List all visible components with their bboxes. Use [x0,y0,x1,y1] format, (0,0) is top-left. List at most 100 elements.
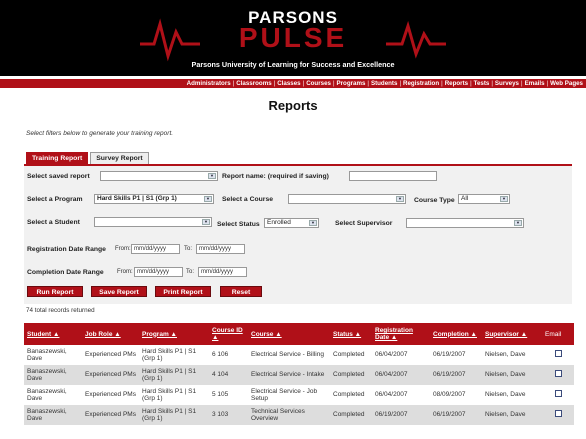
col-job-role[interactable]: Job Role ▲ [82,323,139,345]
save-report-button[interactable]: Save Report [91,286,147,297]
brand-logo: PULSE [238,22,348,53]
nav-separator: | [441,80,443,87]
main-nav: Administrators | Classrooms | Classes | Course… [0,79,586,88]
nav-separator: | [470,80,472,87]
saved-report-select[interactable]: ▼ [100,171,218,181]
reset-button[interactable]: Reset [220,286,262,297]
cell-completion: 06/19/2007 [430,365,482,385]
nav-separator: | [399,80,402,87]
run-report-button[interactable]: Run Report [27,286,83,297]
col-supervisor[interactable]: Supervisor ▲ [482,323,542,345]
cell-course-id: 3 103 [209,405,248,425]
cell-supervisor: Nielsen, Dave [485,351,526,359]
filter-panel: Select saved report ▼ Report name: (requ… [24,164,572,304]
col-registration-date[interactable]: Registration Date ▲ [372,323,430,345]
table-header-row: Student ▲ Job Role ▲ Program ▲ Course ID… [24,323,574,345]
print-report-button[interactable]: Print Report [155,286,211,297]
cell-supervisor: Nielsen, Dave [485,391,526,399]
table-row: Banaszewski, Dave Experienced PMs Hard Ski… [24,345,574,365]
cell-program: Hard Skills P1 | S1 (Grp 1) [142,387,197,403]
nav-separator: | [302,80,305,87]
comp-to-input[interactable]: mm/dd/yyyy [198,267,247,277]
nav-separator: | [367,80,369,87]
tagline: Parsons University of Learning for Succe… [191,60,395,69]
cell-email [542,405,574,425]
cell-student: Banaszewski, Dave [24,405,82,425]
nav-item-administrators[interactable]: Administrators [187,80,231,87]
email-checkbox[interactable] [554,390,562,398]
cell-course: Electrical Service - Job Setup [251,387,318,403]
chevron-down-icon: ▼ [514,220,522,226]
cell-role: Experienced PMs [82,365,139,385]
cell-course-id: 6 106 [212,351,229,359]
nav-item-courses[interactable]: Courses [306,80,331,87]
comp-from-label: From: [117,269,133,275]
table-row: Banaszewski, Dave Experienced PMs Hard Ski… [24,405,574,425]
cell-reg-date: 06/04/2007 [375,351,408,359]
cell-student: Banaszewski, Dave [27,387,67,403]
reg-to-input[interactable]: mm/dd/yyyy [196,244,245,254]
course-select[interactable]: ▼ [288,194,406,204]
results-table: Student ▲ Job Role ▲ Program ▲ Course ID… [24,323,574,425]
report-name-input[interactable] [349,171,437,181]
comp-to-label: To: [186,269,195,275]
email-checkbox[interactable] [554,350,562,358]
reg-from-label: From: [115,246,131,252]
cell-role: Experienced PMs [85,351,136,359]
cell-program: Hard Skills P1 | S1 (Grp 1) [139,365,209,385]
chevron-down-icon: ▼ [309,220,317,226]
nav-item-web-pages[interactable]: Web Pages [550,80,583,87]
cell-reg-date: 06/19/2007 [372,405,430,425]
reg-date-label: Registration Date Range [27,246,106,253]
cell-status: Completed [330,365,372,385]
record-count: 74 total records returned [26,307,95,314]
cell-supervisor: Nielsen, Dave [482,405,542,425]
col-student[interactable]: Student ▲ [24,323,82,345]
student-select[interactable]: ▼ [94,217,212,227]
status-label: Select Status [217,221,260,228]
cell-course: Electrical Service - Billing [251,351,324,359]
course-type-select[interactable]: All ▼ [458,194,510,204]
supervisor-select[interactable]: ▼ [406,218,524,228]
nav-item-reports[interactable]: Reports [445,80,468,87]
program-value: Hard Skills P1 | S1 (Grp 1) [97,195,177,202]
program-select[interactable]: Hard Skills P1 | S1 (Grp 1) ▼ [94,194,214,204]
supervisor-label: Select Supervisor [335,220,393,227]
chevron-down-icon: ▼ [208,173,216,179]
saved-report-label: Select saved report [27,173,90,180]
col-program[interactable]: Program ▲ [139,323,209,345]
cell-course-id: 4 104 [209,365,248,385]
col-completion[interactable]: Completion ▲ [430,323,482,345]
nav-item-programs[interactable]: Programs [337,80,366,87]
cell-course: Technical Services Overview [248,405,330,425]
col-status[interactable]: Status ▲ [330,323,372,345]
comp-from-input[interactable]: mm/dd/yyyy [134,267,183,277]
status-select[interactable]: Enrolled ▼ [264,218,319,228]
intro-text: Select filters below to generate your tr… [26,130,174,137]
col-course[interactable]: Course ▲ [248,323,330,345]
reg-to-label: To: [184,246,193,252]
col-email: Email [542,323,574,345]
nav-item-surveys[interactable]: Surveys [495,80,519,87]
reg-from-input[interactable]: mm/dd/yyyy [131,244,180,254]
cell-course-id: 5 105 [212,391,229,399]
nav-separator: | [491,80,493,87]
nav-separator: | [273,80,276,87]
cell-course: Electrical Service - Intake [248,365,330,385]
site-header: PARSONS PULSE Parsons University of Lear… [0,0,586,76]
nav-item-classes[interactable]: Classes [277,80,300,87]
nav-item-tests[interactable]: Tests [474,80,490,87]
email-checkbox[interactable] [554,370,562,378]
course-type-label: Course Type [414,197,455,204]
cell-program: Hard Skills P1 | S1 (Grp 1) [142,347,197,363]
nav-item-emails[interactable]: Emails [525,80,545,87]
email-checkbox[interactable] [554,410,562,418]
nav-separator: | [521,80,523,87]
status-value: Enrolled [267,219,291,226]
nav-separator: | [546,80,549,87]
nav-item-classrooms[interactable]: Classrooms [236,80,271,87]
nav-item-students[interactable]: Students [371,80,397,87]
cell-student: Banaszewski, Dave [27,347,67,363]
nav-item-registration[interactable]: Registration [403,80,439,87]
col-course-id[interactable]: Course ID ▲ [209,323,248,345]
